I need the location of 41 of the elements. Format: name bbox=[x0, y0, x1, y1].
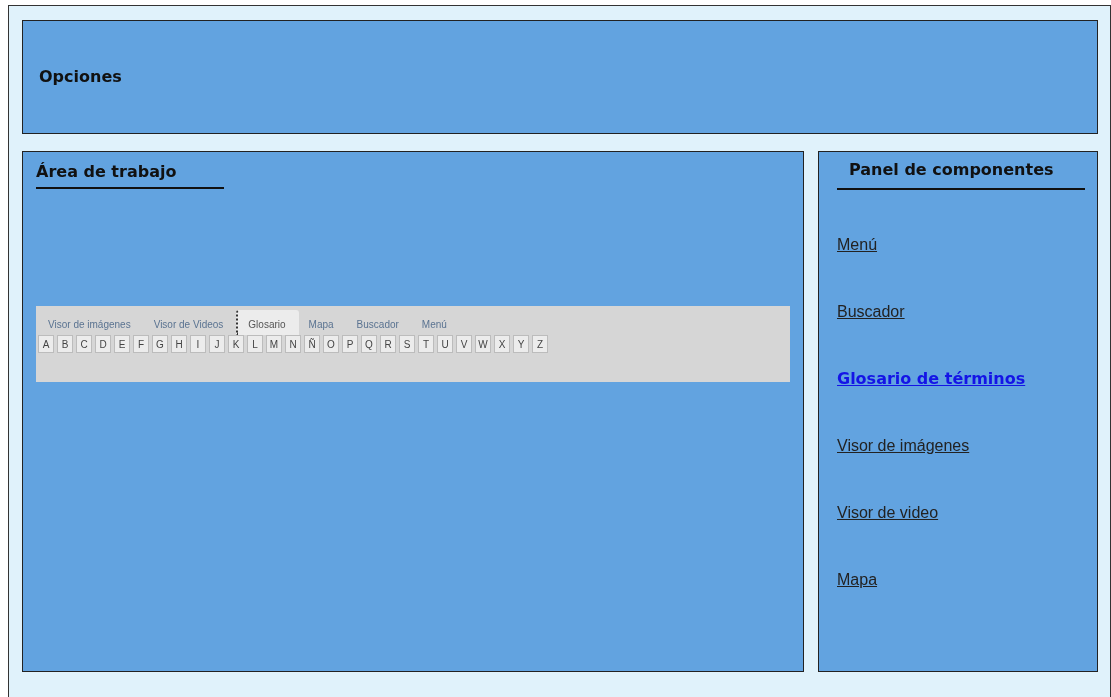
letter-button[interactable]: L bbox=[247, 335, 263, 353]
letter-button[interactable]: A bbox=[38, 335, 54, 353]
component-link[interactable]: Menú bbox=[837, 233, 1085, 257]
letter-button[interactable]: E bbox=[114, 335, 130, 353]
letter-button[interactable]: B bbox=[57, 335, 73, 353]
workspace-title: Área de trabajo bbox=[36, 160, 225, 189]
letter-button[interactable]: Z bbox=[532, 335, 548, 353]
widget-tab[interactable]: Mapa bbox=[298, 310, 347, 335]
panel-title: Panel de componentes bbox=[837, 158, 1085, 190]
letter-button[interactable]: Y bbox=[513, 335, 529, 353]
letter-button[interactable]: H bbox=[171, 335, 187, 353]
widget-tab[interactable]: Visor de imágenes bbox=[38, 310, 144, 335]
letter-button[interactable]: F bbox=[133, 335, 149, 353]
letter-button[interactable]: T bbox=[418, 335, 434, 353]
widget-tab[interactable]: Menú bbox=[411, 310, 460, 335]
letter-button[interactable]: X bbox=[494, 335, 510, 353]
letter-button[interactable]: I bbox=[190, 335, 206, 353]
letter-button[interactable]: W bbox=[475, 335, 491, 353]
letter-button[interactable]: N bbox=[285, 335, 301, 353]
letter-button[interactable]: K bbox=[228, 335, 244, 353]
component-link[interactable]: Buscador bbox=[837, 300, 1085, 324]
letter-button[interactable]: D bbox=[95, 335, 111, 353]
letter-button[interactable]: S bbox=[399, 335, 415, 353]
letter-button[interactable]: C bbox=[76, 335, 92, 353]
component-link[interactable]: Visor de imágenes bbox=[837, 434, 1085, 458]
letter-button[interactable]: O bbox=[323, 335, 339, 353]
letter-button[interactable]: J bbox=[209, 335, 225, 353]
widget-tab[interactable]: Glosario bbox=[236, 310, 299, 335]
component-link[interactable]: Visor de video bbox=[837, 501, 1085, 525]
letter-button[interactable]: M bbox=[266, 335, 282, 353]
letter-button[interactable]: Ñ bbox=[304, 335, 320, 353]
letter-button[interactable]: Q bbox=[361, 335, 377, 353]
letter-button[interactable]: R bbox=[380, 335, 396, 353]
letter-button[interactable]: P bbox=[342, 335, 358, 353]
letter-button[interactable]: G bbox=[152, 335, 168, 353]
widget-tab[interactable]: Visor de Videos bbox=[143, 310, 237, 335]
options-title: Opciones bbox=[39, 66, 122, 88]
widget-tab[interactable]: Buscador bbox=[346, 310, 412, 335]
letter-button[interactable]: V bbox=[456, 335, 472, 353]
letter-button[interactable]: U bbox=[437, 335, 453, 353]
component-link[interactable]: Mapa bbox=[837, 568, 1085, 592]
